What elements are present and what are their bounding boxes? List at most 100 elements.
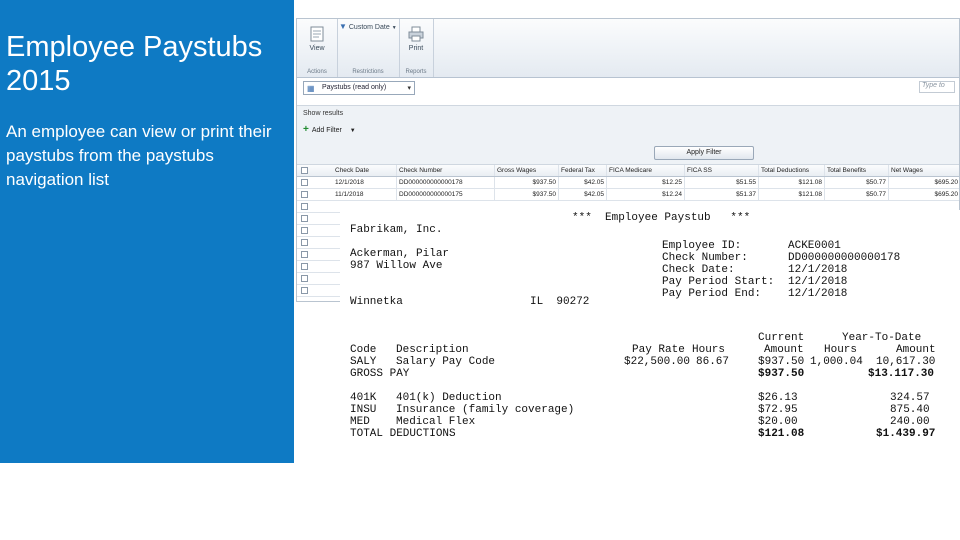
apply-filter-button[interactable]: Apply Filter xyxy=(654,146,754,160)
table-cell: $50.77 xyxy=(825,177,889,188)
total-deductions-label: TOTAL DEDUCTIONS xyxy=(350,428,456,440)
select-all-checkbox[interactable] xyxy=(301,167,308,174)
earning-description: Salary Pay Code xyxy=(396,356,496,368)
table-cell: $121.08 xyxy=(759,177,825,188)
employee-city: Winnetka xyxy=(350,296,403,308)
column-header[interactable]: Net Wages xyxy=(889,165,959,176)
slide-title-line1: Employee Paystubs xyxy=(6,31,263,63)
earning-code: SALY xyxy=(350,356,377,368)
deduction-description: Insurance (family coverage) xyxy=(396,404,575,416)
print-button[interactable]: Print xyxy=(402,25,430,52)
column-header[interactable]: Check Date xyxy=(333,165,397,176)
search-input[interactable]: Type to xyxy=(919,81,955,93)
column-header[interactable]: Check Number xyxy=(397,165,495,176)
ribbon-group-restrictions-label: Restrictions xyxy=(352,69,384,75)
ribbon-group-actions-label: Actions xyxy=(307,69,327,75)
gross-pay: $937.50 xyxy=(758,368,805,380)
column-pay-rate: Pay Rate xyxy=(632,344,685,356)
deduction-amount: $20.00 xyxy=(758,416,798,428)
earning-ytd-amount: 10,617.30 xyxy=(876,356,936,368)
deduction-ytd: 875.40 xyxy=(890,404,930,416)
view-select[interactable]: ▦ Paystubs (read only) ▾ xyxy=(303,81,415,95)
row-checkbox[interactable] xyxy=(301,251,308,258)
pay-period-end-label: Pay Period End: xyxy=(662,288,762,300)
chevron-down-icon: ▼ xyxy=(391,25,397,31)
deduction-amount: $26.13 xyxy=(758,392,798,404)
deduction-description: 401(k) Deduction xyxy=(396,392,502,404)
column-amount-ytd: Amount xyxy=(896,344,936,356)
table-cell: $42.05 xyxy=(559,189,607,200)
paystub-report: *** Employee Paystub *** Fabrikam, Inc. … xyxy=(340,210,960,445)
check-number-label: Check Number: xyxy=(662,252,748,264)
gross-pay-label: GROSS PAY xyxy=(350,368,410,380)
ribbon-group-actions: View Actions xyxy=(297,19,338,77)
table-row[interactable]: 11/1/2018 DD000000000000175 $937.50 $42.… xyxy=(297,189,959,201)
employee-id: ACKE0001 xyxy=(788,240,841,252)
table-cell: DD000000000000175 xyxy=(397,189,495,200)
check-date: 12/1/2018 xyxy=(788,264,848,276)
view-select-value: Paystubs (read only) xyxy=(322,84,387,91)
row-checkbox[interactable] xyxy=(301,227,308,234)
table-cell: DD000000000000178 xyxy=(397,177,495,188)
row-checkbox[interactable] xyxy=(301,287,308,294)
row-checkbox[interactable] xyxy=(301,263,308,270)
column-header[interactable]: Federal Tax xyxy=(559,165,607,176)
table-cell: $12.25 xyxy=(607,177,685,188)
earning-amount: $937.50 xyxy=(758,356,805,368)
row-checkbox[interactable] xyxy=(301,191,308,198)
ribbon-group-reports-label: Reports xyxy=(405,69,427,75)
employee-state-zip: IL 90272 xyxy=(530,296,590,308)
table-cell: $50.77 xyxy=(825,189,889,200)
slide-title-line2: 2015 xyxy=(6,65,71,97)
chevron-down-icon: ▼ xyxy=(349,128,356,134)
slide-panel: Employee Paystubs 2015 An employee can v… xyxy=(0,0,294,463)
custom-date-button[interactable]: ▼ Custom Date ▼ xyxy=(339,22,397,31)
row-checkbox[interactable] xyxy=(301,179,308,186)
column-header[interactable]: FICA SS xyxy=(685,165,759,176)
column-code: Code xyxy=(350,344,377,356)
ribbon: View Actions ▼ Custom Date ▼ Restriction… xyxy=(297,19,959,78)
company-name: Fabrikam, Inc. xyxy=(350,224,443,236)
pay-period-start-label: Pay Period Start: xyxy=(662,276,775,288)
table-cell: $937.50 xyxy=(495,189,559,200)
column-hours: Hours xyxy=(692,344,726,356)
table-cell: $51.37 xyxy=(685,189,759,200)
table-cell: $695.20 xyxy=(889,177,959,188)
column-header[interactable]: Gross Wages xyxy=(495,165,559,176)
deduction-ytd: 324.57 xyxy=(890,392,930,404)
custom-date-label: Custom Date xyxy=(348,24,390,31)
deduction-code: INSU xyxy=(350,404,377,416)
deduction-code: MED xyxy=(350,416,370,428)
filter-icon: ▼ xyxy=(339,22,347,31)
table-cell: $695.20 xyxy=(889,189,959,200)
earning-pay-rate: $22,500.00 xyxy=(624,356,691,368)
ribbon-group-reports: Print Reports xyxy=(399,19,434,77)
table-cell: $121.08 xyxy=(759,189,825,200)
ribbon-group-restrictions: ▼ Custom Date ▼ Restrictions xyxy=(337,19,400,77)
plus-icon: + xyxy=(303,124,309,135)
table-cell: $51.55 xyxy=(685,177,759,188)
column-header[interactable]: Total Deductions xyxy=(759,165,825,176)
column-header[interactable]: Total Benefits xyxy=(825,165,889,176)
row-checkbox[interactable] xyxy=(301,215,308,222)
show-results-label: Show results xyxy=(303,110,344,117)
row-checkbox[interactable] xyxy=(301,203,308,210)
document-icon xyxy=(310,26,324,42)
deduction-description: Medical Flex xyxy=(396,416,476,428)
column-amount: Amount xyxy=(764,344,804,356)
grid-header-row: Check Date Check Number Gross Wages Fede… xyxy=(297,165,959,177)
table-row[interactable]: 12/1/2018 DD000000000000178 $937.50 $42.… xyxy=(297,177,959,189)
column-description: Description xyxy=(396,344,469,356)
add-filter-button[interactable]: + Add Filter ▼ xyxy=(303,124,356,135)
table-cell: $42.05 xyxy=(559,177,607,188)
column-year-to-date: Year-To-Date xyxy=(842,332,922,344)
column-header[interactable]: FICA Medicare xyxy=(607,165,685,176)
table-cell: $12.24 xyxy=(607,189,685,200)
column-hours-ytd: Hours xyxy=(824,344,858,356)
view-button-label: View xyxy=(309,45,325,52)
row-checkbox[interactable] xyxy=(301,275,308,282)
view-button[interactable]: View xyxy=(303,25,331,52)
check-number: DD000000000000178 xyxy=(788,252,901,264)
row-checkbox[interactable] xyxy=(301,239,308,246)
deduction-ytd: 240.00 xyxy=(890,416,930,428)
